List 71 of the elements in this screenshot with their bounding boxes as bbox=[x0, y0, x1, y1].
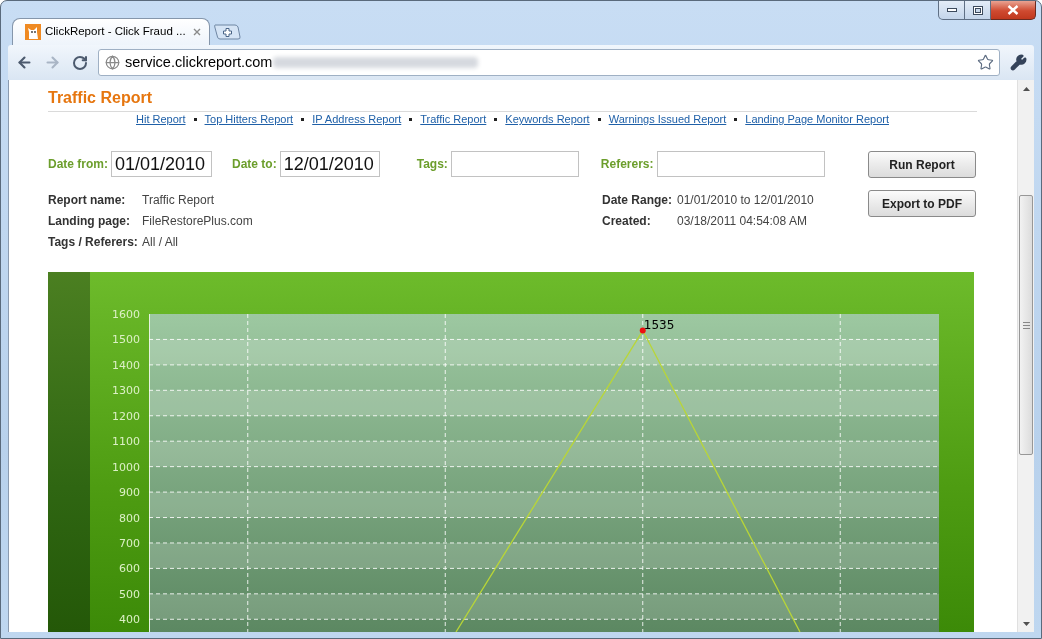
detail-value: 03/18/2011 04:54:08 AM bbox=[677, 212, 807, 230]
page-title: Traffic Report bbox=[48, 89, 152, 107]
field-label: Date to: bbox=[232, 156, 277, 173]
y-axis-label: 700 bbox=[119, 536, 140, 550]
bookmark-star-button[interactable] bbox=[976, 53, 994, 72]
report-link[interactable]: Hit Report bbox=[136, 112, 186, 126]
y-axis-label: 600 bbox=[119, 562, 140, 576]
y-axis-label: 400 bbox=[119, 613, 140, 627]
up-arrow-icon bbox=[1022, 86, 1030, 91]
close-window-button[interactable] bbox=[991, 1, 1036, 20]
square-bullet-icon bbox=[734, 117, 738, 121]
down-arrow-icon bbox=[1022, 621, 1030, 626]
y-axis-label: 1200 bbox=[112, 409, 140, 423]
field-label: Tags: bbox=[416, 156, 448, 173]
site-favicon-icon bbox=[25, 24, 41, 40]
detail-value: All / All bbox=[142, 233, 178, 251]
detail-value: FileRestorePlus.com bbox=[142, 212, 253, 230]
y-axis-label: 1500 bbox=[112, 333, 140, 347]
maximize-icon bbox=[972, 5, 983, 15]
square-bullet-icon bbox=[301, 117, 305, 121]
new-tab-button[interactable] bbox=[214, 24, 241, 40]
report-link[interactable]: Warnings Issued Report bbox=[608, 112, 727, 126]
square-bullet-icon bbox=[597, 117, 601, 121]
field-label: Referers: bbox=[600, 156, 654, 173]
scrollbar-thumb[interactable] bbox=[1019, 195, 1033, 455]
detail-label: Created: bbox=[602, 212, 652, 230]
detail-label: Report name: bbox=[48, 191, 127, 209]
date-field[interactable]: 01/01/2010 bbox=[111, 151, 212, 177]
report-link[interactable]: Landing Page Monitor Report bbox=[745, 112, 889, 126]
forward-arrow-icon bbox=[43, 54, 61, 71]
y-axis-label: 1100 bbox=[112, 435, 140, 449]
export-pdf-button[interactable]: Export to PDF bbox=[868, 190, 976, 217]
close-icon bbox=[1007, 5, 1019, 15]
y-axis-label: 900 bbox=[119, 486, 140, 500]
report-link[interactable]: IP Address Report bbox=[312, 112, 402, 126]
y-axis-label: 500 bbox=[119, 587, 140, 601]
new-tab-icon bbox=[214, 24, 241, 40]
minimize-button[interactable] bbox=[938, 1, 965, 20]
run-report-button[interactable]: Run Report bbox=[868, 151, 976, 178]
report-link[interactable]: Traffic Report bbox=[420, 112, 487, 126]
browser-tab[interactable]: ClickReport - Click Fraud ... bbox=[12, 18, 210, 45]
report-link[interactable]: Keywords Report bbox=[505, 112, 590, 126]
detail-label: Landing page: bbox=[48, 212, 131, 230]
minimize-icon bbox=[946, 8, 957, 12]
globe-icon bbox=[105, 55, 120, 70]
close-icon bbox=[193, 28, 201, 36]
y-axis-label: 1300 bbox=[112, 384, 140, 398]
star-icon bbox=[976, 54, 994, 71]
field-label: Date from: bbox=[48, 156, 108, 173]
data-label: 1535 bbox=[643, 317, 675, 332]
y-axis-label: 800 bbox=[119, 511, 140, 525]
detail-value: Traffic Report bbox=[142, 191, 215, 209]
address-bar[interactable]: service.clickreport.com bbox=[98, 49, 1000, 76]
detail-value: 01/01/2010 to 12/01/2010 bbox=[677, 191, 814, 209]
wrench-icon bbox=[1009, 54, 1027, 71]
detail-label: Date Range: bbox=[602, 191, 673, 209]
text-field[interactable] bbox=[656, 151, 825, 177]
maximize-button[interactable] bbox=[965, 1, 991, 20]
square-bullet-icon bbox=[494, 117, 498, 121]
date-field[interactable]: 12/01/2010 bbox=[279, 151, 380, 177]
detail-label: Tags / Referers: bbox=[48, 233, 139, 251]
y-axis-label: 1400 bbox=[112, 358, 140, 372]
square-bullet-icon bbox=[409, 117, 413, 121]
y-axis-label: 1600 bbox=[112, 308, 140, 321]
square-bullet-icon bbox=[193, 117, 197, 121]
report-link[interactable]: Top Hitters Report bbox=[204, 112, 294, 126]
tab-close-button[interactable] bbox=[192, 27, 202, 37]
text-field[interactable] bbox=[450, 151, 579, 177]
y-axis-label: 1000 bbox=[112, 460, 140, 474]
reload-icon bbox=[72, 54, 88, 71]
back-arrow-icon bbox=[15, 54, 33, 71]
